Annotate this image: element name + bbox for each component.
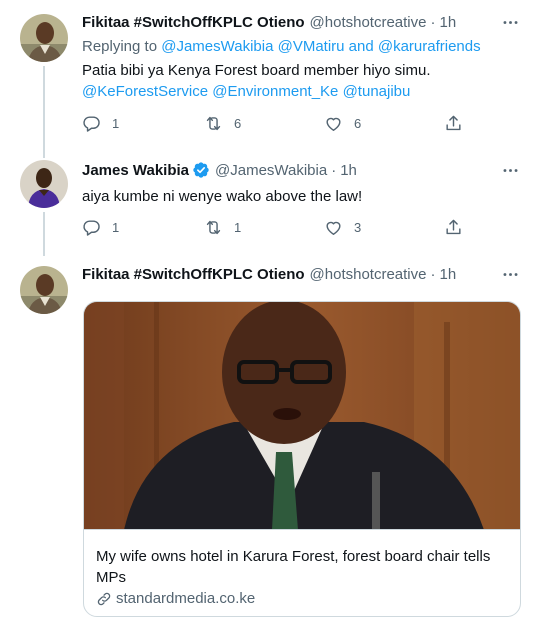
tweet-2[interactable]: James Wakibia @JamesWakibia · 1h aiya ku… (0, 148, 540, 256)
thread-line (43, 66, 45, 152)
mention-link[interactable]: @Environment_Ke (212, 83, 338, 100)
thread-line (43, 212, 45, 256)
card-image[interactable] (84, 302, 520, 530)
mention-link[interactable]: @KeForestService (82, 83, 208, 100)
like-icon (324, 218, 343, 237)
user-handle[interactable]: @hotshotcreative (310, 14, 427, 31)
tweet-actions: 1 1 3 (82, 218, 472, 238)
reply-count: 1 (112, 220, 120, 235)
retweet-count: 1 (234, 220, 242, 235)
tweet-actions: 1 6 6 (82, 114, 472, 134)
replying-to-users[interactable]: @JamesWakibia @VMatiru and @karurafriend… (161, 38, 480, 55)
timestamp[interactable]: 1h (439, 266, 456, 283)
user-handle[interactable]: @JamesWakibia (215, 162, 327, 179)
retweet-icon (204, 114, 223, 133)
thread-line (43, 148, 45, 158)
retweet-button[interactable]: 6 (204, 114, 241, 133)
mention-link[interactable]: @tunajibu (343, 83, 411, 100)
share-button[interactable] (444, 218, 463, 237)
like-count: 6 (354, 116, 362, 131)
card-domain[interactable]: standardmedia.co.ke (96, 590, 255, 607)
reply-count: 1 (112, 116, 120, 131)
timestamp[interactable]: 1h (340, 162, 357, 179)
reply-icon (82, 218, 101, 237)
like-count: 3 (354, 220, 362, 235)
verified-icon (192, 161, 210, 179)
replying-to: Replying to @JamesWakibia @VMatiru and @… (82, 38, 481, 55)
like-icon (324, 114, 343, 133)
timestamp[interactable]: 1h (439, 14, 456, 31)
display-name[interactable]: Fikitaa #SwitchOffKPLC Otieno (82, 266, 305, 283)
avatar[interactable] (20, 160, 68, 208)
reply-button[interactable]: 1 (82, 114, 119, 133)
display-name[interactable]: Fikitaa #SwitchOffKPLC Otieno (82, 14, 305, 31)
like-button[interactable]: 6 (324, 114, 361, 133)
display-name[interactable]: James Wakibia (82, 162, 189, 179)
link-preview-card[interactable]: My wife owns hotel in Karura Forest, for… (83, 301, 521, 617)
more-icon[interactable] (500, 264, 520, 284)
card-title[interactable]: My wife owns hotel in Karura Forest, for… (96, 546, 506, 588)
avatar[interactable] (20, 14, 68, 62)
user-handle[interactable]: @hotshotcreative (310, 266, 427, 283)
more-icon[interactable] (500, 160, 520, 180)
more-icon[interactable] (500, 12, 520, 32)
replying-prefix: Replying to (82, 38, 158, 55)
tweet-header: Fikitaa #SwitchOffKPLC Otieno @hotshotcr… (82, 264, 520, 284)
separator: · (430, 265, 436, 283)
avatar[interactable] (20, 266, 68, 314)
share-icon (444, 218, 463, 237)
tweet-header: James Wakibia @JamesWakibia · 1h (82, 160, 520, 180)
separator: · (430, 13, 436, 31)
share-icon (444, 114, 463, 133)
tweet-text: Patia bibi ya Kenya Forest board member … (82, 60, 520, 102)
tweet-header: Fikitaa #SwitchOffKPLC Otieno @hotshotcr… (82, 12, 520, 32)
tweet-text: aiya kumbe ni wenye wako above the law! (82, 188, 363, 205)
retweet-button[interactable]: 1 (204, 218, 241, 237)
share-button[interactable] (444, 114, 463, 133)
like-button[interactable]: 3 (324, 218, 361, 237)
separator: · (331, 161, 337, 179)
retweet-count: 6 (234, 116, 242, 131)
reply-icon (82, 114, 101, 133)
retweet-icon (204, 218, 223, 237)
tweet-text-line: Patia bibi ya Kenya Forest board member … (82, 62, 431, 79)
tweet-1[interactable]: Fikitaa #SwitchOffKPLC Otieno @hotshotcr… (0, 0, 540, 152)
reply-button[interactable]: 1 (82, 218, 119, 237)
card-domain-text: standardmedia.co.ke (116, 590, 256, 607)
link-icon (97, 592, 111, 605)
